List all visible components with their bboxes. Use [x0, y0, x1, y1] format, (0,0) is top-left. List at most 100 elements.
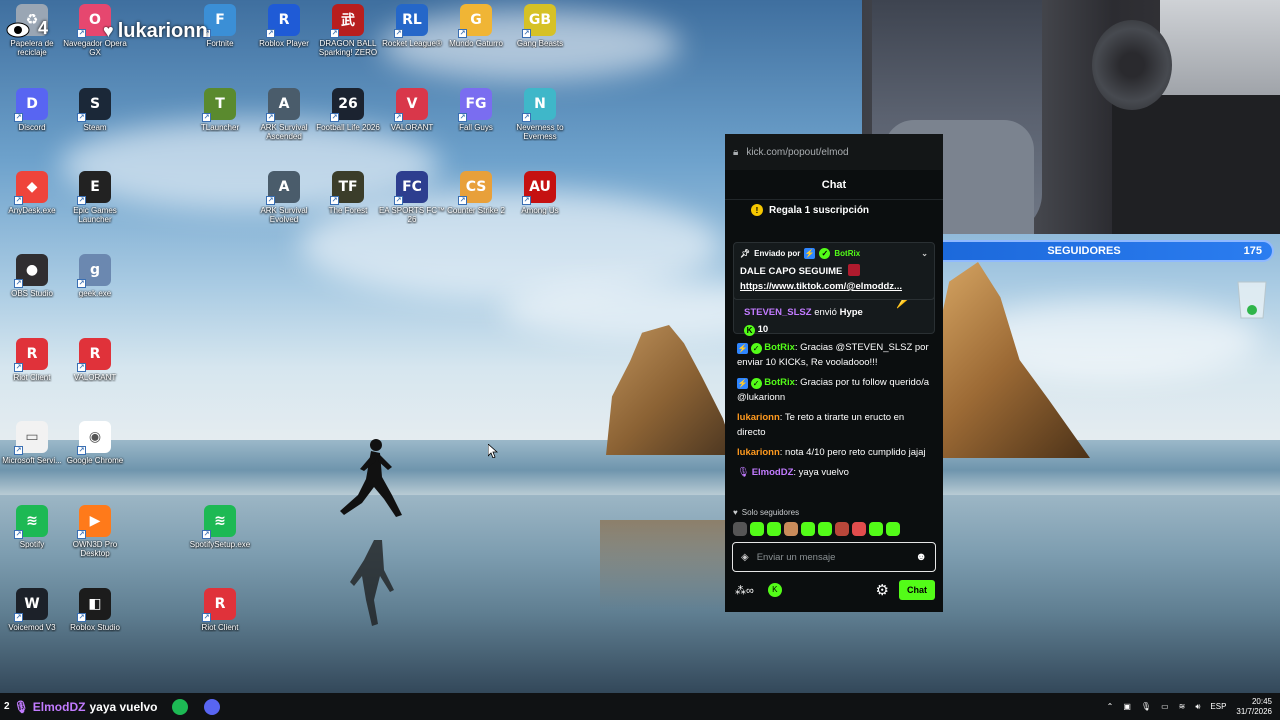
recycle-bin-icon[interactable] [1232, 276, 1272, 320]
battery-icon[interactable]: ▭ [1161, 702, 1169, 711]
desktop-icon[interactable]: R ↗ VALORANT [60, 338, 130, 414]
desktop-icon[interactable]: G ↗ Mundo Gaturro [441, 4, 511, 80]
desktop-icon[interactable]: FG ↗ Fall Guys [441, 88, 511, 164]
emote-icon[interactable] [767, 522, 781, 536]
desktop-icon[interactable]: ◧ ↗ Roblox Studio [60, 588, 130, 664]
taskbar-overlay: 2 🎙︎ ElmodDZ yaya vuelvo [0, 700, 158, 714]
chat-username[interactable]: BotRix [764, 342, 795, 353]
pinned-message[interactable]: 📌︎ Enviado por ⚡ ✓ BotRix ⌄ DALE CAPO SE… [733, 242, 935, 300]
discord-taskbar-icon[interactable] [203, 698, 220, 715]
device-icon[interactable]: ▣ [1123, 702, 1131, 711]
mic-icon[interactable]: 🎙︎ [1141, 702, 1151, 711]
desktop-icon[interactable]: ◆ ↗ AnyDesk.exe [0, 171, 67, 247]
desktop-icon[interactable]: T ↗ TLauncher [185, 88, 255, 164]
chevron-up-icon[interactable]: ⌃ [1107, 702, 1114, 711]
emote-icon[interactable] [784, 522, 798, 536]
desktop-icon[interactable]: TF ↗ The Forest [313, 171, 383, 247]
shortcut-arrow-icon: ↗ [266, 113, 275, 122]
pinned-link[interactable]: https://www.tiktok.com/@elmoddz... [740, 281, 908, 292]
gift-sub-banner[interactable]: ! Regala 1 suscripción [725, 200, 943, 220]
desktop-icon[interactable]: D ↗ Discord [0, 88, 67, 164]
wifi-icon[interactable]: ≋ [1179, 702, 1186, 711]
spotify-taskbar-icon[interactable] [171, 698, 188, 715]
desktop-icon[interactable]: R ↗ Roblox Player [249, 4, 319, 80]
shield-icon: ◈ [741, 551, 749, 563]
desktop-icon-label: Riot Client [201, 623, 239, 632]
shortcut-arrow-icon: ↗ [77, 446, 86, 455]
shortcut-arrow-icon: ↗ [202, 113, 211, 122]
language-indicator[interactable]: ESP [1210, 702, 1226, 711]
shortcut-arrow-icon: ↗ [522, 196, 531, 205]
app-icon: R ↗ [77, 338, 111, 372]
desktop-icon[interactable]: W ↗ Voicemod V3 [0, 588, 67, 664]
wallpaper-rock-reflection [600, 520, 740, 610]
gear-icon[interactable]: ⚙ [876, 581, 889, 599]
emote-icon[interactable] [733, 522, 747, 536]
app-icon: R ↗ [202, 588, 236, 622]
app-icon: A ↗ [266, 88, 300, 122]
kick-coin-icon[interactable]: K [767, 583, 782, 597]
kick-coin-icon: K [744, 325, 755, 336]
volume-icon[interactable]: 🔊︎ [1195, 702, 1200, 712]
bot-badge-icon: ⚡ [737, 378, 748, 389]
desktop-icon-label: The Forest [328, 206, 368, 215]
desktop-icon[interactable]: AU ↗ Among Us [505, 171, 575, 247]
desktop-icon[interactable]: R ↗ Riot Client [0, 338, 67, 414]
emote-icon[interactable] [750, 522, 764, 536]
app-icon: R ↗ [266, 4, 300, 38]
app-icon: 26 ↗ [330, 88, 364, 122]
desktop-icon[interactable]: RL ↗ Rocket League® [377, 4, 447, 80]
mouse-cursor-icon [488, 444, 498, 458]
chevron-down-icon[interactable]: ⌄ [921, 249, 928, 258]
desktop-icon[interactable]: R ↗ Riot Client [185, 588, 255, 664]
desktop-icon[interactable]: ▭ ↗ Microsoft Servi... [0, 421, 67, 497]
shortcut-arrow-icon: ↗ [14, 363, 23, 372]
emoji-icon[interactable]: ☻ [915, 551, 927, 563]
overlay-count: 4 [38, 18, 49, 38]
emote-quick-bar[interactable] [733, 522, 900, 536]
chat-username[interactable]: ElmodDZ [752, 467, 794, 478]
desktop-icon-label: geek.exe [78, 289, 112, 298]
desktop-icon[interactable]: ▶ ↗ OWN3D Pro Desktop [60, 505, 130, 581]
desktop-icon[interactable]: S ↗ Steam [60, 88, 130, 164]
desktop-icon[interactable]: ≋ ↗ SpotifySetup.exe [185, 505, 255, 581]
hype-user[interactable]: STEVEN_SLSZ [744, 307, 812, 318]
desktop-icon[interactable]: ≋ ↗ Spotify [0, 505, 67, 581]
emote-icon[interactable] [818, 522, 832, 536]
community-points-icon[interactable]: ⁂∞ [735, 584, 754, 597]
desktop-icon[interactable]: GB ↗ Gang Beasts [505, 4, 575, 80]
emote-icon[interactable] [801, 522, 815, 536]
desktop-icon[interactable]: g ↗ geek.exe [60, 254, 130, 330]
desktop-icon[interactable]: ● ↗ OBS Studio [0, 254, 67, 330]
desktop-icon-label: Epic Games Launcher [73, 206, 117, 224]
chat-username[interactable]: lukarionn [737, 447, 780, 458]
chat-message-input[interactable] [756, 551, 908, 563]
popup-url-bar[interactable]: 🔒︎ kick.com/popout/elmod [725, 134, 943, 170]
desktop-icon[interactable]: 26 ↗ Football Life 2026 [313, 88, 383, 164]
send-chat-button[interactable]: Chat [899, 580, 935, 600]
desktop-icon[interactable]: A ↗ ARK Survival Evolved [249, 171, 319, 247]
desktop-icon[interactable]: E ↗ Epic Games Launcher [60, 171, 130, 247]
app-icon: R ↗ [14, 338, 48, 372]
chat-username[interactable]: BotRix [764, 377, 795, 388]
chat-input-box[interactable]: ◈ ☻ [732, 542, 936, 572]
desktop-icon[interactable]: V ↗ VALORANT [377, 88, 447, 164]
app-icon: S ↗ [77, 88, 111, 122]
desktop-icon[interactable]: ♻↗Papelera de reciclaje [0, 4, 67, 80]
shortcut-arrow-icon: ↗ [394, 29, 403, 38]
desktop-icon-label: Fall Guys [459, 123, 493, 132]
chat-username[interactable]: lukarionn [737, 412, 780, 423]
desktop-icon[interactable]: N ↗ Neverness to Everness [505, 88, 575, 164]
desktop-icon[interactable]: A ↗ ARK Survival Ascended [249, 88, 319, 164]
desktop-icon[interactable]: ◉ ↗ Google Chrome [60, 421, 130, 497]
emote-icon[interactable] [852, 522, 866, 536]
clock[interactable]: 20:45 31/7/2026 [1236, 697, 1272, 717]
emote-icon[interactable] [886, 522, 900, 536]
shortcut-arrow-icon: ↗ [522, 29, 531, 38]
desktop-icon[interactable]: 武 ↗ DRAGON BALL Sparking! ZERO [313, 4, 383, 80]
emote-icon[interactable] [835, 522, 849, 536]
desktop-icon[interactable]: CS ↗ Counter Strike 2 [441, 171, 511, 247]
emote-icon[interactable] [869, 522, 883, 536]
desktop-icon[interactable]: FC ↗ EA SPORTS FC™ 26 [377, 171, 447, 247]
chat-message: 🎙︎ ElmodDZ: yaya vuelvo [737, 465, 933, 480]
